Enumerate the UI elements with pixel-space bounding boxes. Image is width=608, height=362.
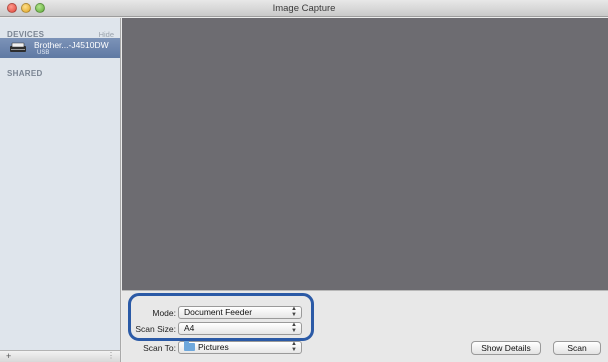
scan-size-value: A4 <box>184 323 195 333</box>
sidebar-item-scanner[interactable]: Brother...-J4510DW USB <box>0 38 120 58</box>
window-title: Image Capture <box>272 3 336 14</box>
folder-icon <box>184 341 195 351</box>
resize-handle-icon[interactable]: ⋮ <box>107 351 115 360</box>
scan-size-label: Scan Size: <box>135 324 176 334</box>
scan-to-value: Pictures <box>198 342 229 352</box>
mode-popup[interactable]: Document Feeder ▲ ▼ <box>178 306 302 319</box>
popup-arrows-icon: ▲ ▼ <box>291 322 297 334</box>
sidebar: DEVICES Hide Brother...-J4510DW USB SHAR… <box>0 18 121 350</box>
mode-label: Mode: <box>152 308 176 318</box>
device-name: Brother...-J4510DW <box>34 40 109 50</box>
scan-settings-panel: Mode: Document Feeder ▲ ▼ Scan Size: A4 ▲… <box>122 290 608 362</box>
image-capture-window: Image Capture DEVICES Hide Brother...-J4… <box>0 0 608 362</box>
scan-to-popup[interactable]: Pictures ▲ ▼ <box>178 341 302 354</box>
title-bar[interactable]: Image Capture <box>0 0 608 17</box>
scan-preview-area <box>122 18 608 290</box>
popup-arrows-icon: ▲ ▼ <box>291 306 297 318</box>
scan-size-popup[interactable]: A4 ▲ ▼ <box>178 322 302 335</box>
show-details-button[interactable]: Show Details <box>471 341 541 355</box>
device-connection: USB <box>37 50 50 56</box>
mode-value: Document Feeder <box>184 307 253 317</box>
scanner-icon <box>10 42 26 52</box>
add-icon[interactable]: + <box>6 351 11 361</box>
scan-to-label: Scan To: <box>143 343 176 353</box>
sidebar-footer: + ⋮ <box>0 350 121 362</box>
scan-button[interactable]: Scan <box>553 341 601 355</box>
popup-arrows-icon: ▲ ▼ <box>291 341 297 353</box>
shared-section-header: SHARED <box>7 69 43 78</box>
